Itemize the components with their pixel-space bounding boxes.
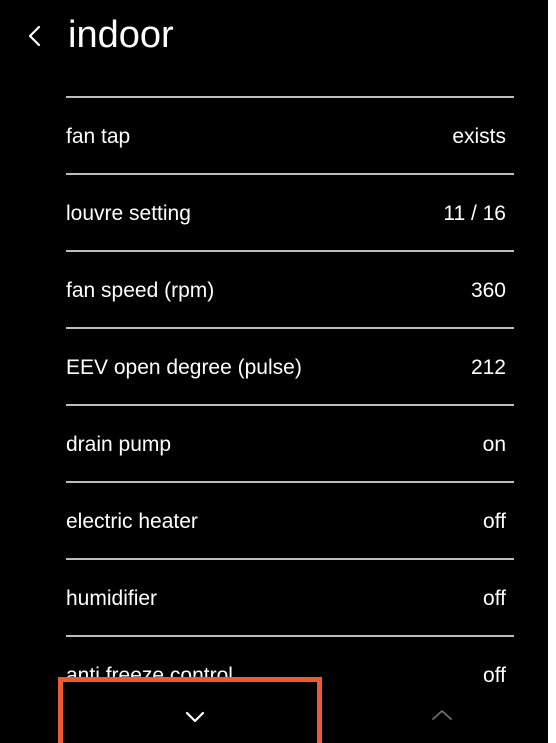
- back-button[interactable]: [24, 18, 56, 54]
- list-item-fan-speed[interactable]: fan speed (rpm) 360: [66, 250, 514, 327]
- scroll-up-button[interactable]: [412, 700, 472, 736]
- item-label: EEV open degree (pulse): [66, 356, 302, 379]
- list-item-drain-pump[interactable]: drain pump on: [66, 404, 514, 481]
- item-value: exists: [452, 125, 506, 148]
- page-title: indoor: [68, 14, 174, 56]
- item-value: off: [483, 510, 506, 533]
- item-label: drain pump: [66, 433, 172, 456]
- item-label: electric heater: [66, 510, 198, 533]
- item-label: fan tap: [66, 125, 131, 148]
- item-label: humidifier: [66, 587, 158, 610]
- list-item-eev-open-degree[interactable]: EEV open degree (pulse) 212: [66, 327, 514, 404]
- list-item-fan-tap[interactable]: fan tap exists: [66, 96, 514, 173]
- item-value: 212: [470, 356, 506, 379]
- chevron-down-icon: [185, 711, 205, 723]
- list-item-louvre-setting[interactable]: louvre setting 11 / 16: [66, 173, 514, 250]
- item-value: 11 / 16: [443, 202, 506, 225]
- chevron-up-icon: [432, 710, 452, 720]
- item-value: off: [483, 587, 506, 610]
- chevron-left-icon: [28, 25, 41, 47]
- item-value: 360: [470, 279, 506, 302]
- settings-list: fan tap exists louvre setting 11 / 16 fa…: [66, 96, 514, 686]
- device-screen: indoor fan tap exists louvre setting 11 …: [0, 0, 548, 743]
- list-item-electric-heater[interactable]: electric heater off: [66, 481, 514, 558]
- item-label: fan speed (rpm): [66, 279, 215, 302]
- header: indoor: [0, 0, 548, 78]
- list-item-humidifier[interactable]: humidifier off: [66, 558, 514, 635]
- item-value: off: [483, 664, 506, 686]
- scroll-down-button[interactable]: [58, 677, 322, 743]
- item-label: louvre setting: [66, 202, 191, 225]
- item-value: on: [482, 433, 506, 456]
